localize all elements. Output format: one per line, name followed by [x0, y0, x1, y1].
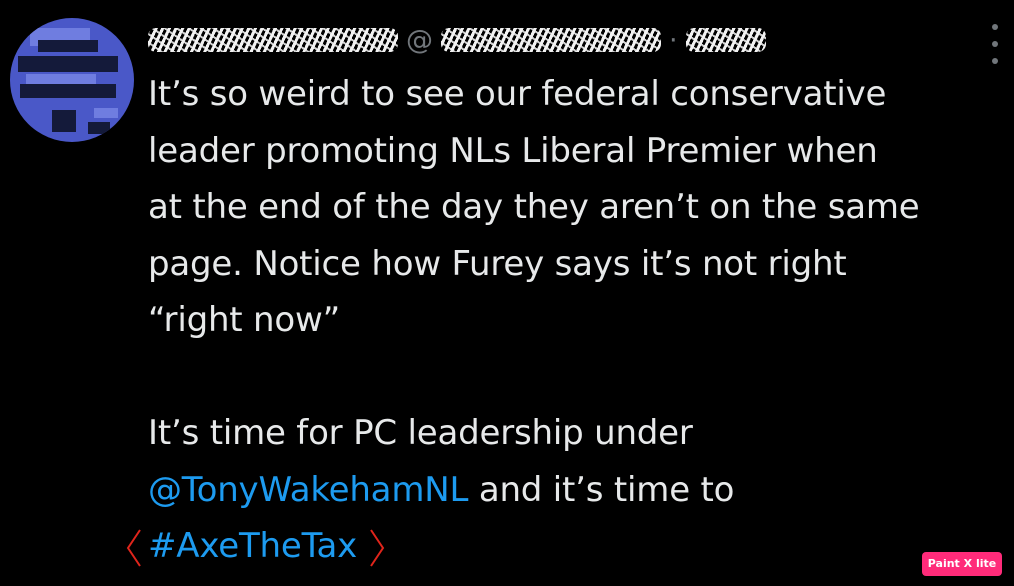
- tweet-text: It’s so weird to see our federal conserv…: [126, 66, 1008, 575]
- tweet-line: “right now”: [148, 300, 341, 340]
- handle-prefix: @: [406, 24, 433, 56]
- tweet-line: at the end of the day they aren’t on the…: [148, 187, 920, 227]
- tweet-line: leader promoting NLs Liberal Premier whe…: [148, 130, 878, 171]
- handle[interactable]: [441, 28, 661, 52]
- tweet-line: It’s so weird to see our federal conserv…: [148, 74, 887, 114]
- display-name[interactable]: [148, 28, 398, 52]
- mention-link[interactable]: @TonyWakehamNL: [148, 470, 468, 510]
- tweet-line-hashtag: #AxeTheTax: [126, 518, 1008, 575]
- tweet-header: @ ·: [148, 20, 766, 60]
- red-annotation-right-icon: [370, 529, 385, 567]
- tweet-line: It’s time for PC leadership under: [148, 413, 693, 453]
- red-annotation-left-icon: [126, 529, 141, 567]
- tweet-line-text: and it’s time to: [468, 469, 735, 510]
- tweet-line: page. Notice how Furey says it’s not rig…: [148, 243, 847, 284]
- more-dots-icon[interactable]: [988, 24, 1002, 64]
- tweet-line-mention: @TonyWakehamNL and it’s time to: [148, 462, 1008, 519]
- separator-dot: ·: [669, 24, 678, 56]
- avatar[interactable]: [10, 18, 134, 142]
- watermark-badge: Paint X lite: [922, 552, 1002, 576]
- hashtag-link[interactable]: #AxeTheTax: [148, 526, 357, 566]
- timestamp[interactable]: [685, 28, 766, 52]
